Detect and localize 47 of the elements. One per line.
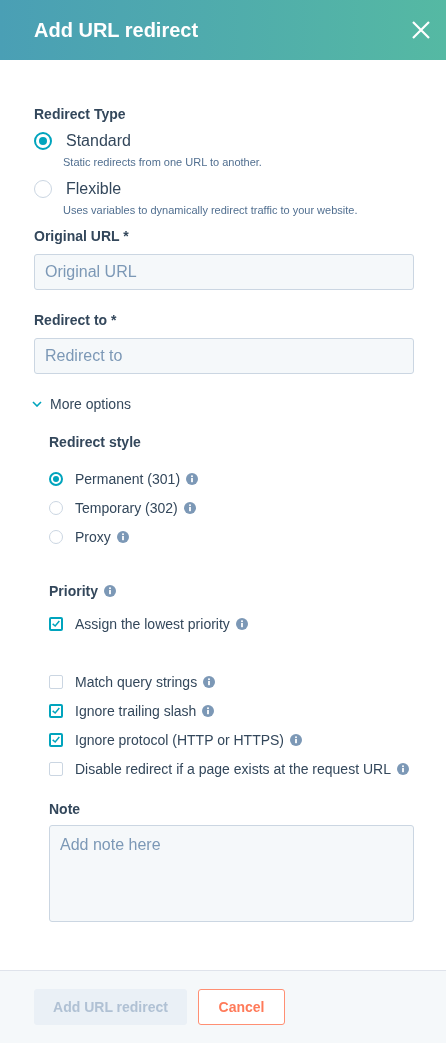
field-label: Note	[49, 801, 82, 817]
radio-label: Permanent (301)	[75, 470, 181, 487]
checkbox-label: Disable redirect if a page exists at the request URL	[75, 760, 391, 777]
cancel-button[interactable]: Cancel	[198, 989, 285, 1025]
info-icon[interactable]	[290, 733, 303, 746]
checkbox-label: Match query strings	[75, 673, 198, 690]
more-options-toggle[interactable]: More options	[32, 396, 414, 412]
checkbox[interactable]	[49, 761, 63, 776]
checkbox-label: Ignore trailing slash	[75, 702, 197, 719]
radio-label: Flexible	[66, 180, 122, 198]
dialog-title: Add URL redirect	[34, 18, 199, 42]
radio-button[interactable]	[49, 529, 63, 544]
field-label: Redirect to *	[34, 312, 118, 328]
radio-button[interactable]	[49, 471, 63, 486]
field-label: Original URL *	[34, 228, 130, 244]
info-icon[interactable]	[186, 472, 199, 485]
info-icon[interactable]	[104, 585, 116, 597]
info-icon[interactable]	[202, 704, 215, 717]
checkbox-label: Ignore protocol (HTTP or HTTPS)	[75, 731, 285, 748]
radio-button[interactable]	[49, 500, 63, 515]
section-label: Priority	[49, 583, 98, 599]
checkbox[interactable]	[49, 674, 63, 689]
check-icon	[51, 705, 61, 716]
text-field[interactable]: Original URL	[34, 254, 414, 290]
check-icon	[51, 734, 61, 745]
close-icon[interactable]	[412, 21, 430, 39]
check-icon	[51, 618, 61, 629]
info-icon[interactable]	[396, 762, 409, 775]
section-label: Redirect style	[49, 434, 142, 450]
radio-label: Standard	[66, 132, 131, 150]
checkbox[interactable]	[49, 616, 63, 631]
radio-button[interactable]	[34, 132, 52, 150]
info-icon[interactable]	[235, 617, 248, 630]
section-label: Redirect Type	[34, 106, 127, 122]
text-field[interactable]: Redirect to	[34, 338, 414, 374]
note-field[interactable]: Add note here	[49, 825, 414, 922]
checkbox-label: Assign the lowest priority	[75, 615, 230, 632]
option-description: Uses variables to dynamically redirect traffic to your website.	[63, 204, 359, 216]
radio-label: Temporary (302)	[75, 499, 178, 516]
info-icon[interactable]	[183, 501, 196, 514]
radio-label: Proxy	[75, 528, 111, 545]
radio-button[interactable]	[34, 180, 52, 198]
info-icon[interactable]	[116, 530, 129, 543]
option-description: Static redirects from one URL to another.	[63, 156, 263, 168]
info-icon[interactable]	[203, 675, 216, 688]
checkbox[interactable]	[49, 732, 63, 747]
checkbox[interactable]	[49, 703, 63, 718]
